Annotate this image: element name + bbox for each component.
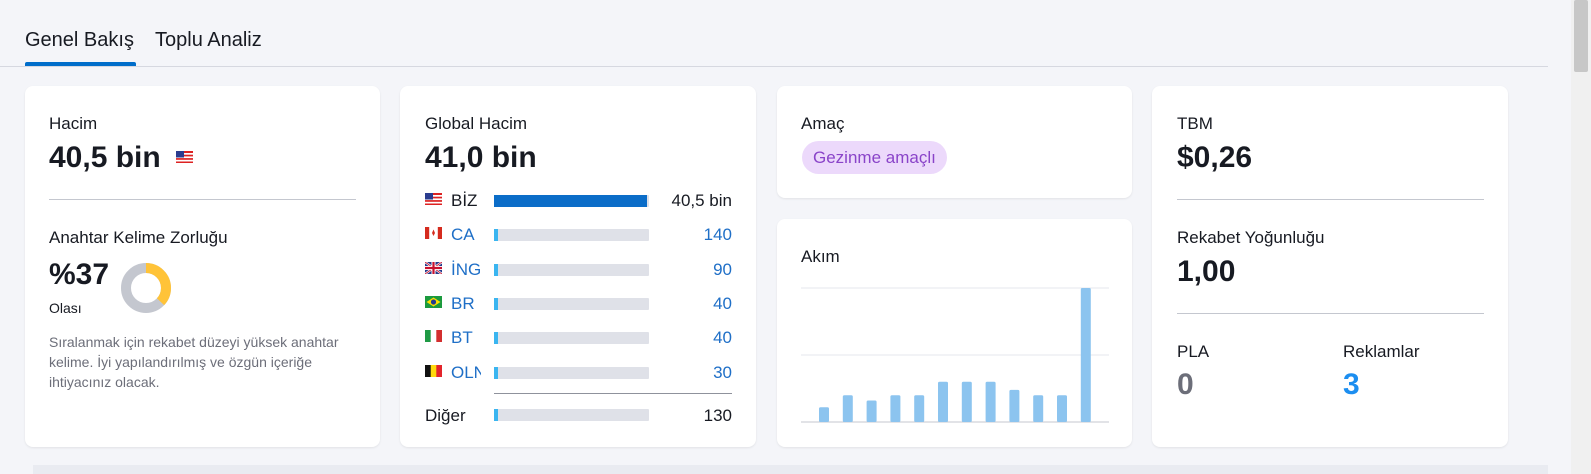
- ca-flag-icon: [425, 227, 442, 240]
- country-code[interactable]: İNG: [451, 260, 481, 280]
- divider: [494, 393, 732, 394]
- cpc-value: $0,26: [1177, 141, 1253, 174]
- trend-bar[interactable]: [914, 395, 925, 422]
- global-volume-value: 41,0 bin: [425, 141, 537, 174]
- country-bar-fill: [494, 263, 498, 276]
- cpc-label: TBM: [1177, 114, 1213, 133]
- country-code: BİZ: [451, 191, 478, 210]
- country-bar: [494, 297, 649, 310]
- us-flag-icon: [425, 193, 442, 205]
- scrollbar[interactable]: [1571, 0, 1591, 474]
- trend-bar[interactable]: [842, 395, 853, 422]
- country-bar-fill: [494, 366, 498, 379]
- trend-card: Akım: [777, 219, 1132, 447]
- ads-value[interactable]: 3: [1343, 368, 1360, 402]
- kd-value: %37: [49, 258, 110, 291]
- country-bar-fill: [494, 332, 498, 345]
- competition-label: Rekabet Yoğunluğu: [1177, 228, 1325, 247]
- ads-label: Reklamlar: [1343, 342, 1420, 361]
- country-volume[interactable]: 30: [652, 363, 732, 383]
- country-code[interactable]: BT: [451, 328, 481, 348]
- country-volume[interactable]: 40: [652, 328, 732, 348]
- kd-label: Anahtar Kelime Zorluğu: [49, 228, 228, 247]
- trend-chart: [801, 287, 1109, 423]
- country-code[interactable]: OLN: [451, 363, 481, 383]
- trend-bar[interactable]: [1033, 395, 1044, 422]
- country-volume[interactable]: 140: [652, 225, 732, 245]
- volume-label: Hacim: [49, 114, 98, 133]
- trend-bar[interactable]: [1057, 395, 1067, 422]
- kd-difficulty: Olası: [49, 300, 82, 316]
- country-bar-fill: [494, 195, 647, 207]
- cpc-card: TBM $0,26 Rekabet Yoğunluğu 1,00 PLA 0 R…: [1152, 86, 1508, 447]
- trend-bar[interactable]: [961, 381, 972, 422]
- pla-label: PLA: [1177, 342, 1210, 361]
- trend-bar[interactable]: [985, 381, 996, 422]
- other-bar-fill: [494, 409, 498, 421]
- scrollbar-thumb[interactable]: [1574, 0, 1588, 72]
- trend-bar[interactable]: [890, 395, 901, 422]
- trend-bar[interactable]: [938, 381, 948, 422]
- intent-label: Amaç: [801, 114, 845, 133]
- country-code[interactable]: CA: [451, 225, 481, 245]
- intent-badge[interactable]: Gezinme amaçlı: [802, 141, 947, 174]
- trend-bar[interactable]: [1080, 288, 1091, 422]
- other-label: Diğer: [425, 406, 466, 425]
- divider: [1177, 313, 1484, 314]
- uk-flag-icon: [425, 261, 442, 274]
- tab-bar: Genel Bakış Toplu Analiz: [0, 0, 1548, 67]
- trend-label: Akım: [801, 247, 840, 266]
- trend-bar[interactable]: [1009, 389, 1020, 422]
- trend-bar[interactable]: [819, 407, 829, 422]
- active-tab-indicator: [25, 62, 136, 66]
- country-code[interactable]: BR: [451, 294, 481, 314]
- country-bar-fill: [494, 229, 498, 242]
- country-bar: [494, 195, 649, 207]
- competition-value: 1,00: [1177, 255, 1236, 288]
- country-bar: [494, 366, 649, 379]
- trend-bar[interactable]: [866, 400, 877, 422]
- country-volume[interactable]: 40: [652, 294, 732, 314]
- tab-overview[interactable]: Genel Bakış: [25, 29, 134, 52]
- tab-bulk-analysis[interactable]: Toplu Analiz: [155, 29, 262, 52]
- country-volume[interactable]: 90: [652, 260, 732, 280]
- divider: [1177, 199, 1484, 200]
- country-bar: [494, 229, 649, 242]
- intent-card: Amaç Gezinme amaçlı: [777, 86, 1132, 198]
- global-volume-card: Global Hacim 41,0 bin BİZ 40,5 bin CA 140 İN…: [400, 86, 756, 447]
- country-bar-fill: [494, 297, 498, 310]
- global-volume-label: Global Hacim: [425, 114, 528, 133]
- country-volume: 40,5 bin: [671, 191, 733, 210]
- kd-donut-chart: [121, 263, 171, 313]
- country-bar: [494, 332, 649, 345]
- be-flag-icon: [425, 364, 442, 377]
- volume-value: 40,5 bin: [49, 141, 161, 174]
- country-bar: [494, 263, 649, 276]
- pla-value: 0: [1177, 368, 1194, 401]
- other-value: 130: [703, 406, 732, 425]
- content-bottom-edge: [33, 465, 1548, 474]
- us-flag-icon: [176, 151, 193, 163]
- divider: [49, 199, 356, 200]
- other-bar: [494, 409, 649, 421]
- br-flag-icon: [425, 295, 442, 308]
- volume-card: Hacim 40,5 bin Anahtar Kelime Zorluğu %3…: [25, 86, 380, 447]
- it-flag-icon: [425, 330, 442, 343]
- kd-description: Sıralanmak için rekabet düzeyi yüksek an…: [49, 334, 339, 390]
